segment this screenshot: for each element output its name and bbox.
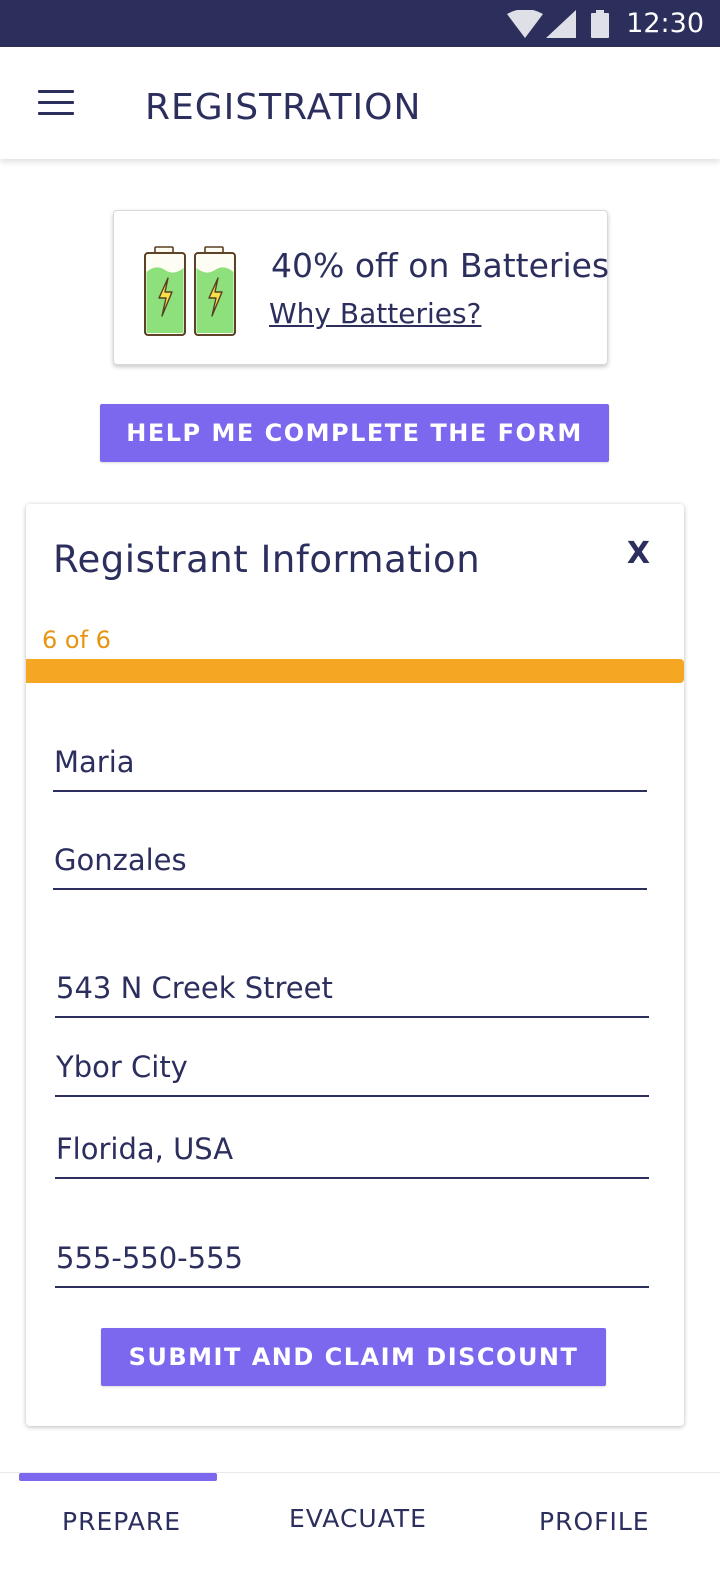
close-button[interactable]: X bbox=[627, 536, 650, 571]
registrant-form-card: Registrant Information X 6 of 6 SUBMIT A… bbox=[26, 504, 684, 1426]
promo-headline: 40% off on Batteries bbox=[271, 246, 610, 285]
signal-icon bbox=[546, 10, 576, 38]
page-title: REGISTRATION bbox=[145, 87, 422, 128]
first-name-field[interactable] bbox=[53, 734, 647, 792]
progress-fill bbox=[26, 659, 684, 683]
why-batteries-link[interactable]: Why Batteries? bbox=[269, 297, 481, 330]
form-title: Registrant Information bbox=[53, 538, 481, 581]
tab-evacuate[interactable]: EVACUATE bbox=[289, 1504, 427, 1533]
state-country-field[interactable] bbox=[55, 1121, 649, 1179]
status-time: 12:30 bbox=[626, 8, 704, 39]
hamburger-menu-icon[interactable] bbox=[38, 90, 74, 116]
wifi-icon bbox=[507, 10, 543, 38]
batteries-icon bbox=[144, 246, 236, 336]
tab-prepare[interactable]: PREPARE bbox=[62, 1507, 181, 1536]
app-bar: REGISTRATION bbox=[0, 47, 720, 159]
bottom-nav: PREPARE EVACUATE PROFILE bbox=[0, 1472, 720, 1590]
street-field[interactable] bbox=[55, 960, 649, 1018]
city-field[interactable] bbox=[55, 1039, 649, 1097]
phone-field[interactable] bbox=[55, 1230, 649, 1288]
status-bar: 12:30 bbox=[0, 0, 720, 47]
promo-card: 40% off on Batteries Why Batteries? bbox=[113, 210, 610, 365]
progress-bar bbox=[26, 659, 684, 683]
last-name-field[interactable] bbox=[53, 832, 647, 890]
help-complete-form-button[interactable]: HELP ME COMPLETE THE FORM bbox=[100, 404, 609, 462]
tab-profile[interactable]: PROFILE bbox=[539, 1507, 650, 1536]
step-indicator: 6 of 6 bbox=[42, 626, 111, 654]
active-tab-indicator bbox=[19, 1473, 217, 1481]
battery-icon bbox=[591, 10, 609, 38]
submit-claim-discount-button[interactable]: SUBMIT AND CLAIM DISCOUNT bbox=[101, 1328, 606, 1386]
